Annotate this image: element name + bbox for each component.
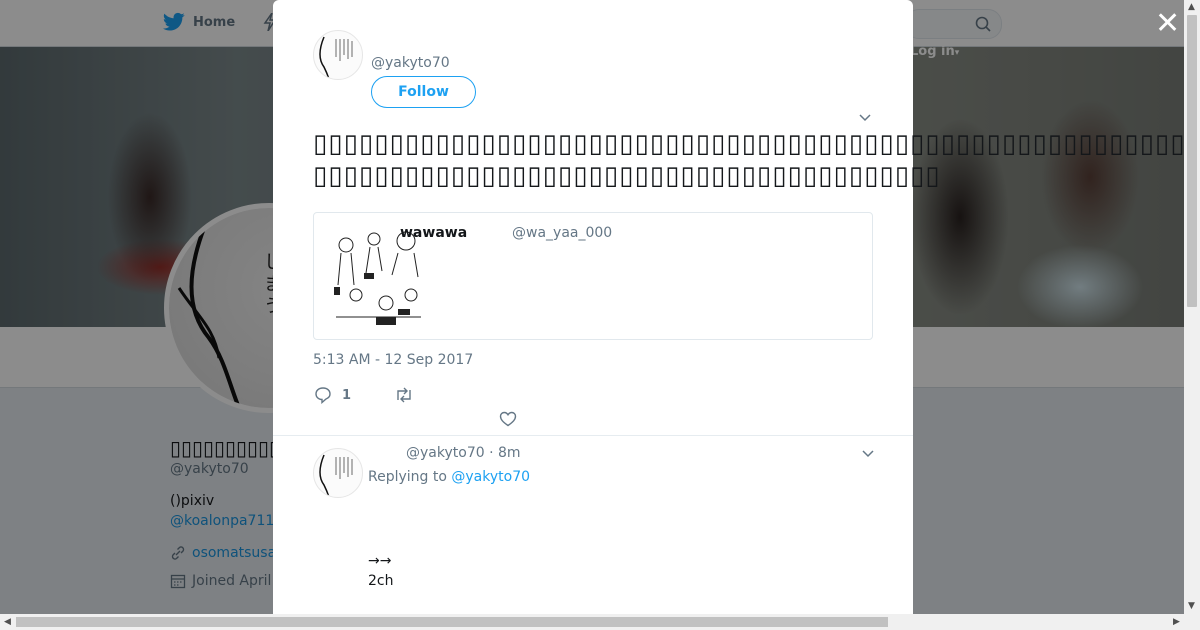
- replying-to-prefix: Replying to: [368, 469, 447, 485]
- tweet-timestamp[interactable]: 5:13 AM - 12 Sep 2017: [313, 352, 473, 368]
- follow-button[interactable]: Follow: [371, 76, 476, 108]
- author-avatar[interactable]: [313, 30, 363, 80]
- author-handle[interactable]: @yakyto70: [371, 55, 450, 71]
- quoted-author-handle[interactable]: @wa_yaa_000: [512, 225, 612, 241]
- retweet-icon[interactable]: [394, 386, 414, 404]
- reply-author-avatar[interactable]: [313, 448, 363, 498]
- chevron-down-icon[interactable]: [858, 111, 872, 125]
- scroll-up-arrow[interactable]: ▲: [1188, 2, 1195, 12]
- heart-icon[interactable]: [499, 410, 517, 428]
- reply-icon: [315, 387, 331, 404]
- replying-to: Replying to @yakyto70: [368, 469, 530, 485]
- reply-count: 1: [342, 387, 352, 403]
- scroll-left-arrow[interactable]: ◀: [4, 617, 11, 627]
- replying-to-link[interactable]: @yakyto70: [451, 469, 530, 485]
- reply-text-line: →→: [368, 553, 392, 569]
- close-icon[interactable]: ✕: [1155, 9, 1180, 39]
- horizontal-scrollbar-thumb[interactable]: [16, 617, 888, 627]
- scroll-down-arrow[interactable]: ▼: [1188, 601, 1195, 611]
- scroll-right-arrow[interactable]: ▶: [1173, 617, 1180, 627]
- vertical-scrollbar-thumb[interactable]: [1187, 15, 1197, 307]
- tweet-text: ▯▯▯▯▯▯▯▯▯▯▯▯▯▯▯▯▯▯▯▯▯▯▯▯▯▯▯▯▯▯▯▯▯▯▯▯▯▯▯▯…: [313, 129, 1186, 191]
- reply-text-line: 2ch: [368, 573, 394, 589]
- reply-button[interactable]: 1: [314, 386, 351, 404]
- quoted-author-name[interactable]: wawawa: [400, 225, 467, 241]
- tweet-modal: @yakyto70 Follow ▯▯▯▯▯▯▯▯▯▯▯▯▯▯▯▯▯▯▯▯▯▯▯…: [273, 0, 1185, 614]
- reply-author-handle-time[interactable]: @yakyto70 · 8m: [406, 445, 521, 461]
- divider: [273, 435, 913, 436]
- chevron-down-icon[interactable]: [861, 447, 875, 461]
